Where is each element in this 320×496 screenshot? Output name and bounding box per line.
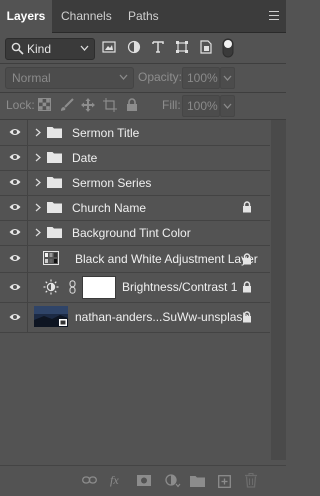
chevron-right-icon[interactable] [35,228,41,237]
divider [27,120,28,145]
lock-position-move-icon[interactable] [81,98,95,112]
layer-name: Sermon Title [72,126,140,140]
layer-name: nathan-anders...SuWw-unsplash [75,310,250,324]
layer-mask-thumbnail[interactable] [82,276,116,299]
layer-row-photo[interactable]: nathan-anders...SuWw-unsplash [0,302,270,333]
folder-icon [47,152,62,163]
lock-label: Lock: [6,98,35,112]
lock-artboard-icon[interactable] [103,98,117,112]
folder-icon [47,227,62,238]
layer-name: Church Name [72,201,147,215]
divider [27,245,28,272]
tab-paths[interactable]: Paths [128,0,159,32]
lock-all-icon[interactable] [126,98,138,112]
fill-value: 100% [187,99,218,113]
search-icon [11,42,24,55]
filter-kind-label: Kind [27,42,52,56]
link-icon[interactable] [69,280,76,294]
eye-icon[interactable] [9,282,21,292]
divider [27,272,28,302]
new-group-folder-icon[interactable] [190,475,205,487]
layer-name: Background Tint Color [72,226,191,240]
blend-mode-label: Normal [12,71,51,85]
layer-name: Black and White Adjustment Layer [75,252,258,266]
eye-icon[interactable] [9,152,21,162]
layer-name: Date [72,151,98,165]
filter-smart-object-icon[interactable] [199,40,213,54]
filter-adjustment-layer-icon[interactable] [127,40,141,54]
new-adjustment-layer-icon[interactable] [165,474,181,488]
link-layers-icon[interactable] [82,475,97,485]
layer-name: Sermon Series [72,176,152,190]
layer-row-background-tint-color[interactable]: Background Tint Color [0,220,270,246]
panel-tab-bar: Layers Channels Paths [0,0,286,33]
folder-icon [47,127,62,138]
divider [27,302,28,332]
folder-icon [47,177,62,188]
divider [27,195,28,220]
layer-name: Brightness/Contrast 1 [122,280,238,294]
chevron-down-icon [119,74,128,80]
tab-layers[interactable]: Layers [0,0,52,33]
layer-image-thumbnail [34,306,68,327]
eye-icon[interactable] [9,127,21,137]
filter-type-layer-icon[interactable] [151,40,165,54]
chevron-down-icon [223,75,232,81]
chevron-right-icon[interactable] [35,178,41,187]
chevron-right-icon[interactable] [35,128,41,137]
brightness-contrast-icon [43,279,59,295]
layer-row-brightness-contrast[interactable]: Brightness/Contrast 1 [0,272,270,303]
filter-toggle-icon[interactable] [222,38,234,58]
opacity-label: Opacity: [138,70,183,84]
layers-bottom-toolbar: fx [0,465,286,496]
new-layer-icon[interactable] [218,475,231,488]
layer-row-black-and-white[interactable]: Black and White Adjustment Layer [0,245,270,273]
lock-icon [243,253,251,265]
lock-icon [243,201,251,213]
opacity-dropdown-button[interactable] [220,67,235,89]
filter-pixel-layer-icon[interactable] [102,40,116,54]
divider [0,92,286,93]
eye-icon[interactable] [9,202,21,212]
layer-row-sermon-title[interactable]: Sermon Title [0,120,270,146]
svg-text:fx: fx [110,473,119,487]
tab-channels[interactable]: Channels [61,0,112,32]
divider [27,145,28,170]
chevron-right-icon[interactable] [35,153,41,162]
layer-row-sermon-series[interactable]: Sermon Series [0,170,270,196]
chevron-right-icon[interactable] [35,203,41,212]
fill-label: Fill: [162,98,181,112]
black-and-white-adjustment-icon [43,251,59,265]
lock-icon [243,281,251,293]
eye-icon[interactable] [9,253,21,263]
folder-icon [47,202,62,213]
lock-transparent-pixels-icon[interactable] [38,98,51,111]
blend-mode-select[interactable]: Normal [5,67,134,89]
divider [27,220,28,245]
layer-row-date[interactable]: Date [0,145,270,171]
delete-layer-trash-icon[interactable] [245,473,257,488]
fill-dropdown-button[interactable] [220,95,235,117]
lock-image-pixels-brush-icon[interactable] [60,98,74,112]
filter-kind-select[interactable]: Kind [5,38,95,60]
eye-icon[interactable] [9,227,21,237]
divider [27,170,28,195]
panel-menu-icon[interactable] [269,11,279,20]
opacity-input[interactable]: 100% [182,67,220,89]
fx-layer-style-icon[interactable]: fx [110,473,124,487]
chevron-down-icon [80,45,89,51]
lock-icon [243,311,251,323]
eye-icon[interactable] [9,312,21,322]
add-mask-icon[interactable] [137,475,151,486]
opacity-value: 100% [187,71,218,85]
chevron-down-icon [223,103,232,109]
eye-icon[interactable] [9,177,21,187]
fill-input[interactable]: 100% [182,95,220,117]
layer-row-church-name[interactable]: Church Name [0,195,270,221]
filter-shape-layer-icon[interactable] [175,40,189,54]
divider [0,63,286,64]
layers-scrollbar[interactable] [271,120,286,460]
